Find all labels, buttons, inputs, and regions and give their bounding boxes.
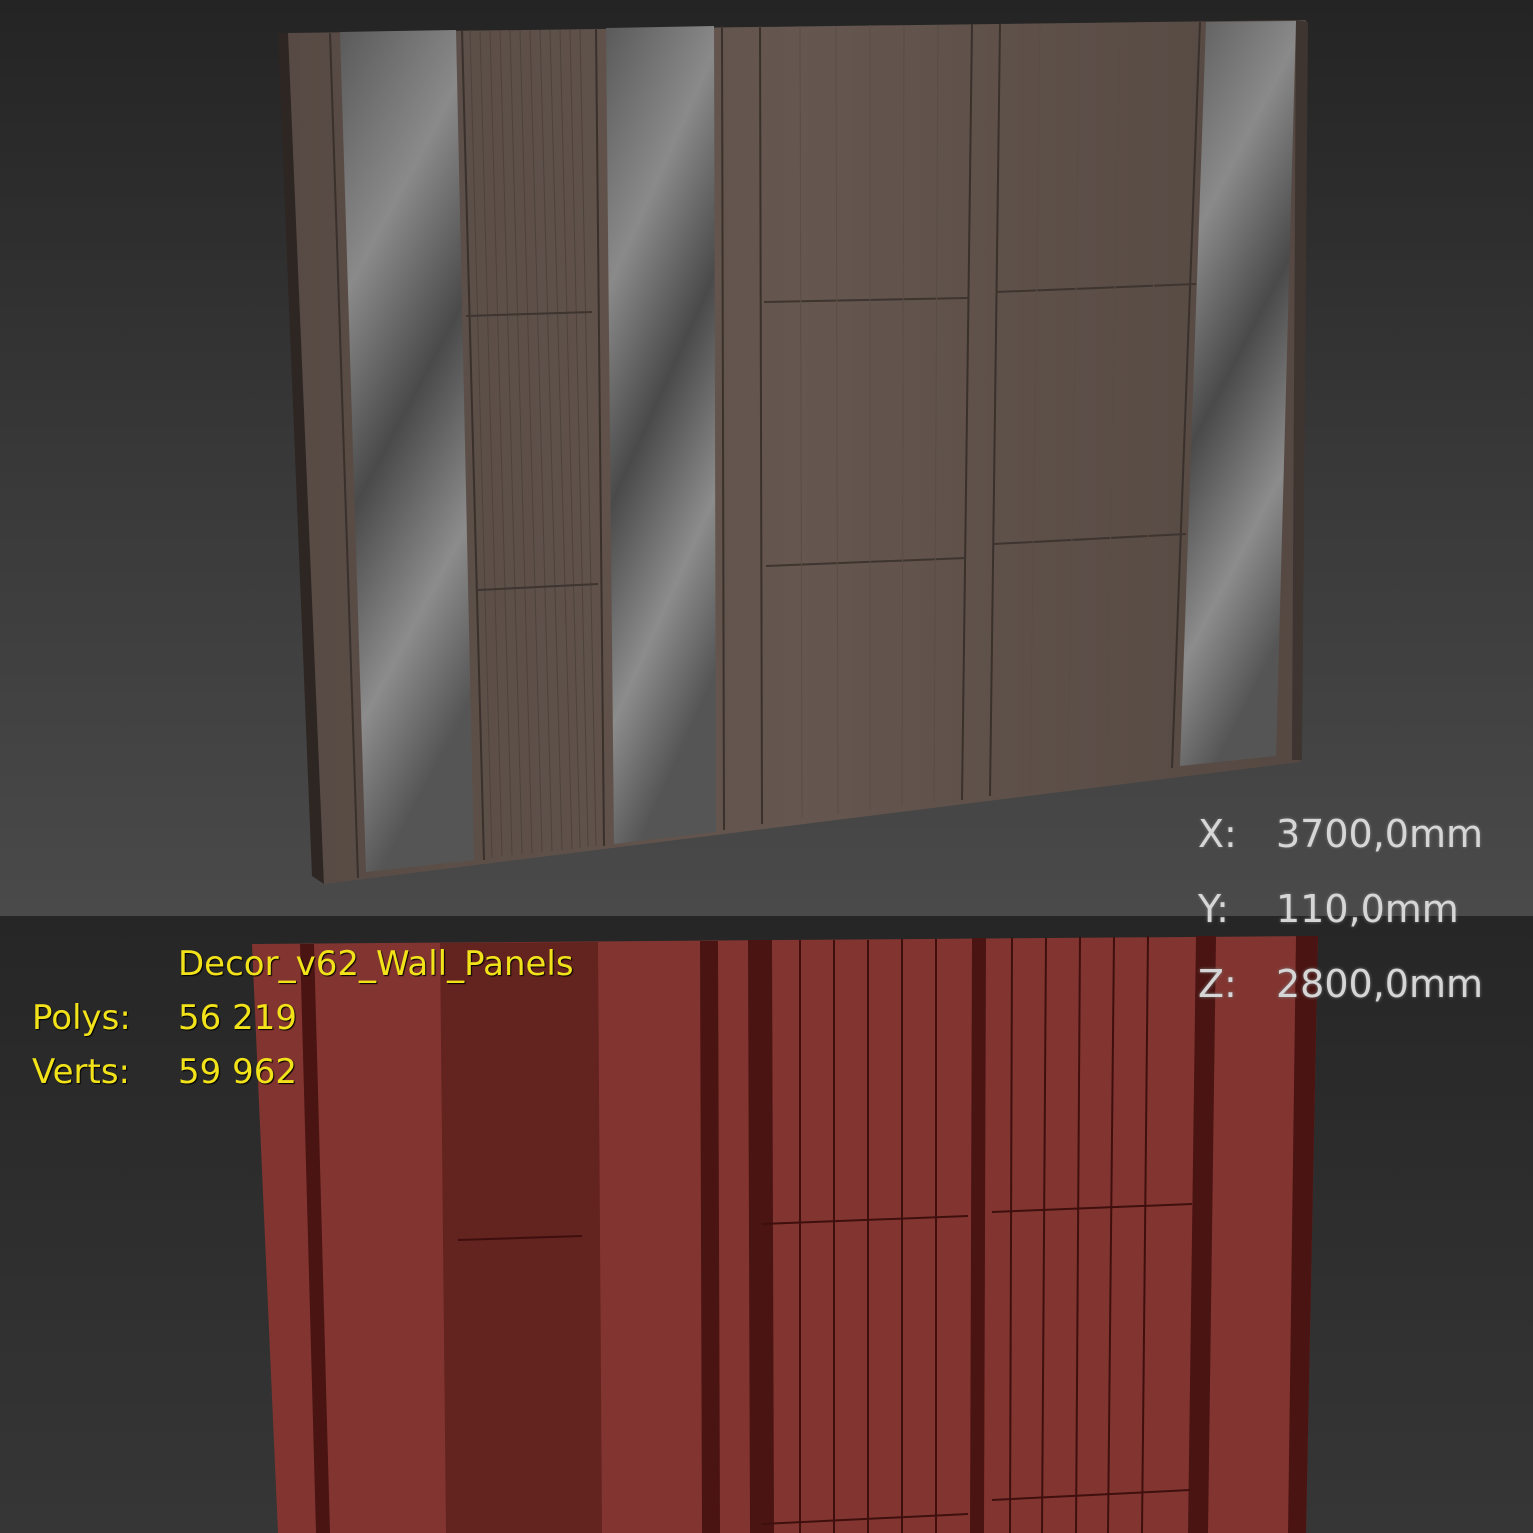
dimensions-readout: X: 3700,0mm Y: 110,0mm Z: 2800,0mm [1198,812,1483,1037]
dimension-x: X: 3700,0mm [1198,812,1483,856]
object-name: Decor_v62_Wall_Panels [178,944,574,984]
polys-stat: Polys: 56 219 [32,998,297,1038]
dimension-y: Y: 110,0mm [1198,887,1459,931]
dimension-z: Z: 2800,0mm [1198,962,1483,1006]
shaded-render [278,20,1308,884]
object-stats: Decor_v62_Wall_Panels Polys: 56 219 Verts… [32,944,574,1106]
shaded-viewport[interactable] [0,0,1533,916]
verts-stat: Verts: 59 962 [32,1052,297,1092]
marble-strip-2 [606,26,716,844]
